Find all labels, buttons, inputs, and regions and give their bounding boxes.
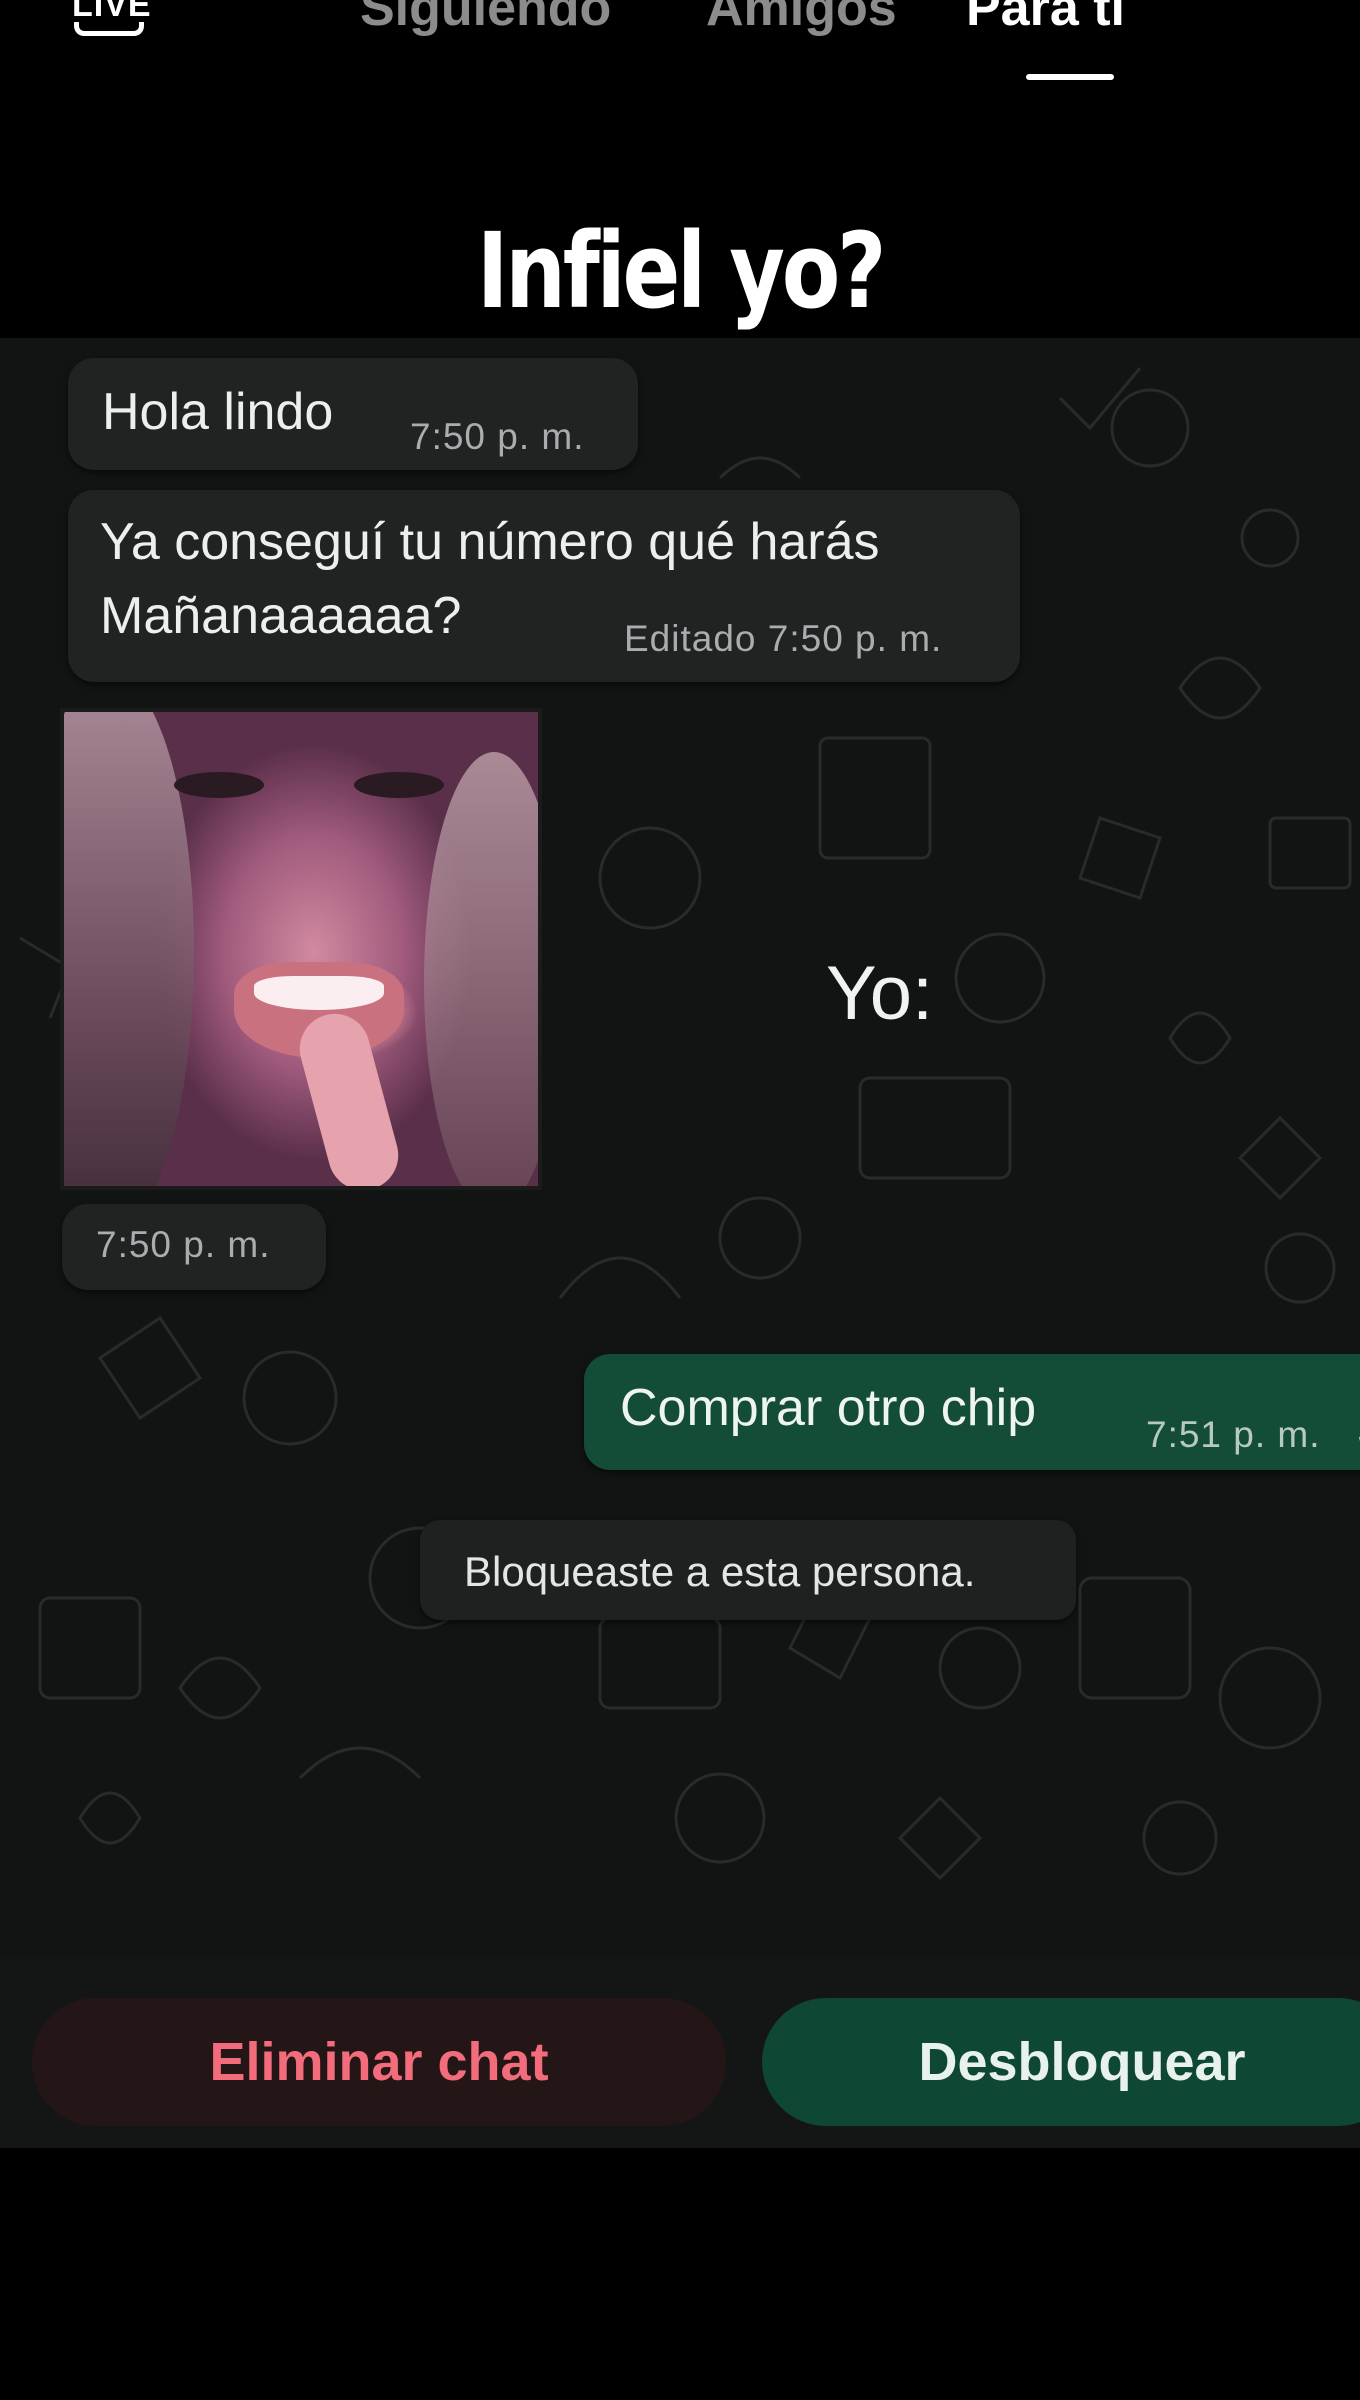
top-nav: LIVE Siguiendo Amigos Para ti [0,0,1360,100]
overlay-text: Yo: [826,951,934,1036]
image-message[interactable] [60,708,542,1190]
message-time: 7:50 p. m. [410,416,585,457]
message-time: 7:50 p. m. [96,1224,271,1265]
outgoing-message[interactable]: Comprar otro chip 7:51 p. m. ✓ [584,1354,1360,1470]
tab-following[interactable]: Siguiendo [360,0,611,38]
message-text: Hola lindo [102,383,334,441]
system-message-text: Bloqueaste a esta persona. [464,1548,976,1595]
incoming-message[interactable]: Ya conseguí tu número qué harás Mañanaaa… [68,490,1020,682]
blocked-actions-bar: Eliminar chat Desbloquear [0,1958,1360,2148]
live-icon[interactable]: LIVE [70,0,156,42]
active-tab-indicator [1026,74,1114,80]
tab-for-you[interactable]: Para ti [966,0,1125,38]
image-time-bubble: 7:50 p. m. [62,1204,326,1290]
chat-area: Hola lindo 7:50 p. m. Ya conseguí tu núm… [0,338,1360,1958]
system-message: Bloqueaste a esta persona. [420,1520,1076,1620]
delete-chat-button[interactable]: Eliminar chat [32,1998,726,2126]
message-text: Comprar otro chip [620,1379,1037,1437]
message-time: 7:51 p. m. [1146,1414,1321,1455]
unblock-button[interactable]: Desbloquear [762,1998,1360,2126]
message-text-line-1: Ya conseguí tu número qué harás [100,513,880,571]
message-text-line-2: Mañanaaaaaa? [100,587,462,645]
incoming-message[interactable]: Hola lindo 7:50 p. m. [68,358,638,470]
video-caption: Infiel yo? [476,210,887,332]
message-time-edited: Editado 7:50 p. m. [624,618,943,659]
read-check-icon: ✓ [1354,1416,1360,1456]
tab-friends[interactable]: Amigos [706,0,897,38]
